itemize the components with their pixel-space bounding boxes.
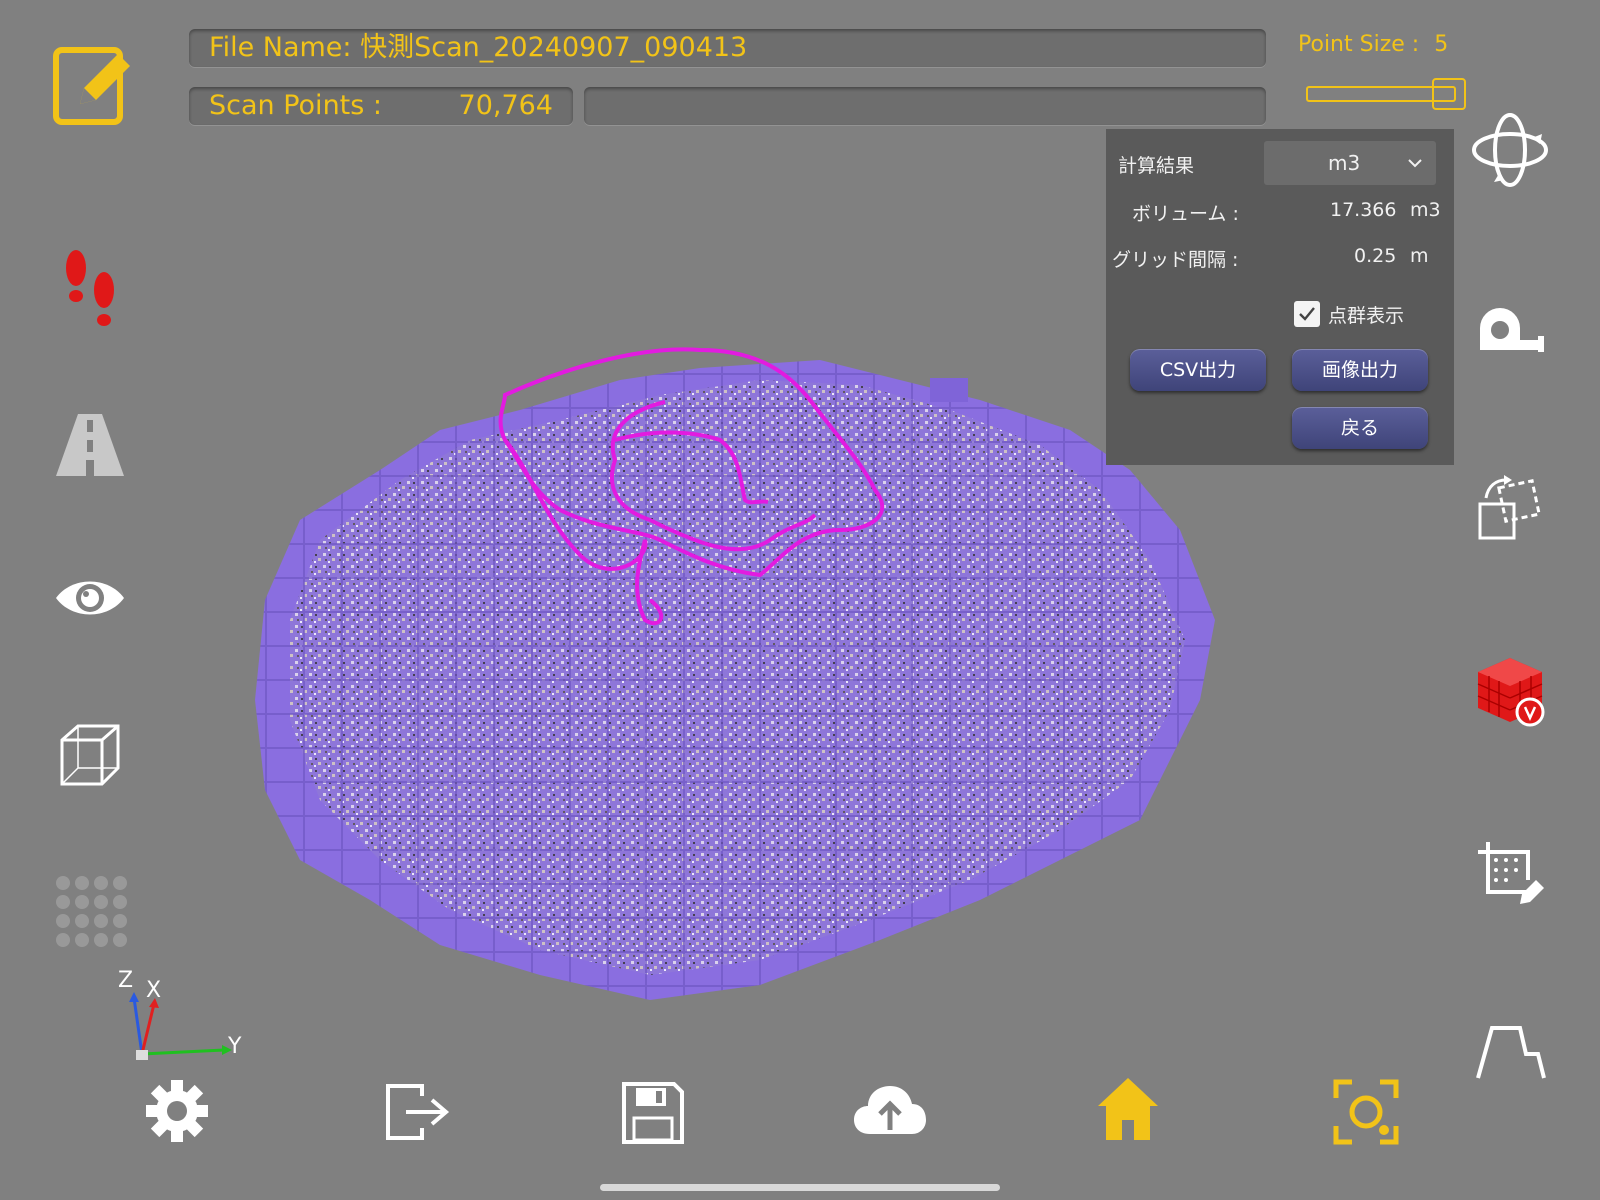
road-icon[interactable] [56,414,124,476]
scan-points-bar: Scan Points : 70,764 [189,87,573,125]
chevron-down-icon [1408,159,1422,168]
home-icon[interactable] [1096,1076,1160,1142]
unit-select[interactable]: m3 [1264,141,1436,185]
file-name-bar: File Name: 快測Scan_20240907_090413 [189,29,1266,67]
settings-icon[interactable] [144,1078,210,1144]
point-size-slider[interactable] [1306,78,1466,112]
volume-voxel-icon[interactable] [1472,654,1548,730]
result-label: 計算結果 [1118,155,1195,177]
grid-value: 0.25 [1354,245,1397,267]
scan-points-value: 70,764 [458,90,553,121]
image-export-button[interactable]: 画像出力 [1292,349,1428,391]
axis-z-label: Z [118,968,134,993]
wireframe-cube-icon[interactable] [58,722,122,788]
exit-icon[interactable] [382,1080,452,1144]
unit-select-value: m3 [1328,151,1361,175]
volume-label: ボリューム : [1132,203,1239,225]
save-icon[interactable] [620,1080,686,1146]
crop-area-icon[interactable] [1476,840,1546,906]
home-indicator [600,1184,1000,1191]
volume-unit: m3 [1410,199,1441,221]
calculation-panel: 計算結果 m3 ボリューム : 17.366 m3 グリッド間隔 : 0.25 … [1106,129,1454,465]
volume-value: 17.366 [1330,199,1397,221]
status-bar [584,87,1266,125]
dot-grid-icon[interactable] [54,874,128,948]
tape-measure-icon[interactable] [1476,306,1546,356]
back-button[interactable]: 戻る [1292,407,1428,449]
edit-icon[interactable] [50,42,138,130]
file-name-text: File Name: 快測Scan_20240907_090413 [209,32,748,63]
orbit-icon[interactable] [1470,110,1550,188]
profile-icon[interactable] [1476,1024,1546,1080]
transform-icon[interactable] [1476,474,1546,544]
pointcloud-checkbox[interactable] [1294,301,1320,327]
scan-points-label: Scan Points : [209,90,383,121]
footsteps-icon[interactable] [60,248,122,332]
eye-icon[interactable] [54,574,126,622]
point-size-readout: Point Size : 5 [1298,32,1448,57]
slider-thumb[interactable] [1432,78,1466,110]
pointcloud-label: 点群表示 [1328,305,1405,327]
point-size-value: 5 [1434,32,1449,57]
check-icon [1299,307,1315,321]
csv-export-button[interactable]: CSV出力 [1130,349,1266,391]
grid-label: グリッド間隔 : [1112,249,1239,271]
axis-x-label: X [146,978,162,1003]
camera-scan-icon[interactable] [1332,1078,1400,1146]
axis-y-label: Y [228,1034,242,1059]
grid-unit: m [1410,245,1429,267]
cloud-upload-icon[interactable] [852,1082,928,1138]
point-size-label: Point Size : [1298,32,1420,57]
